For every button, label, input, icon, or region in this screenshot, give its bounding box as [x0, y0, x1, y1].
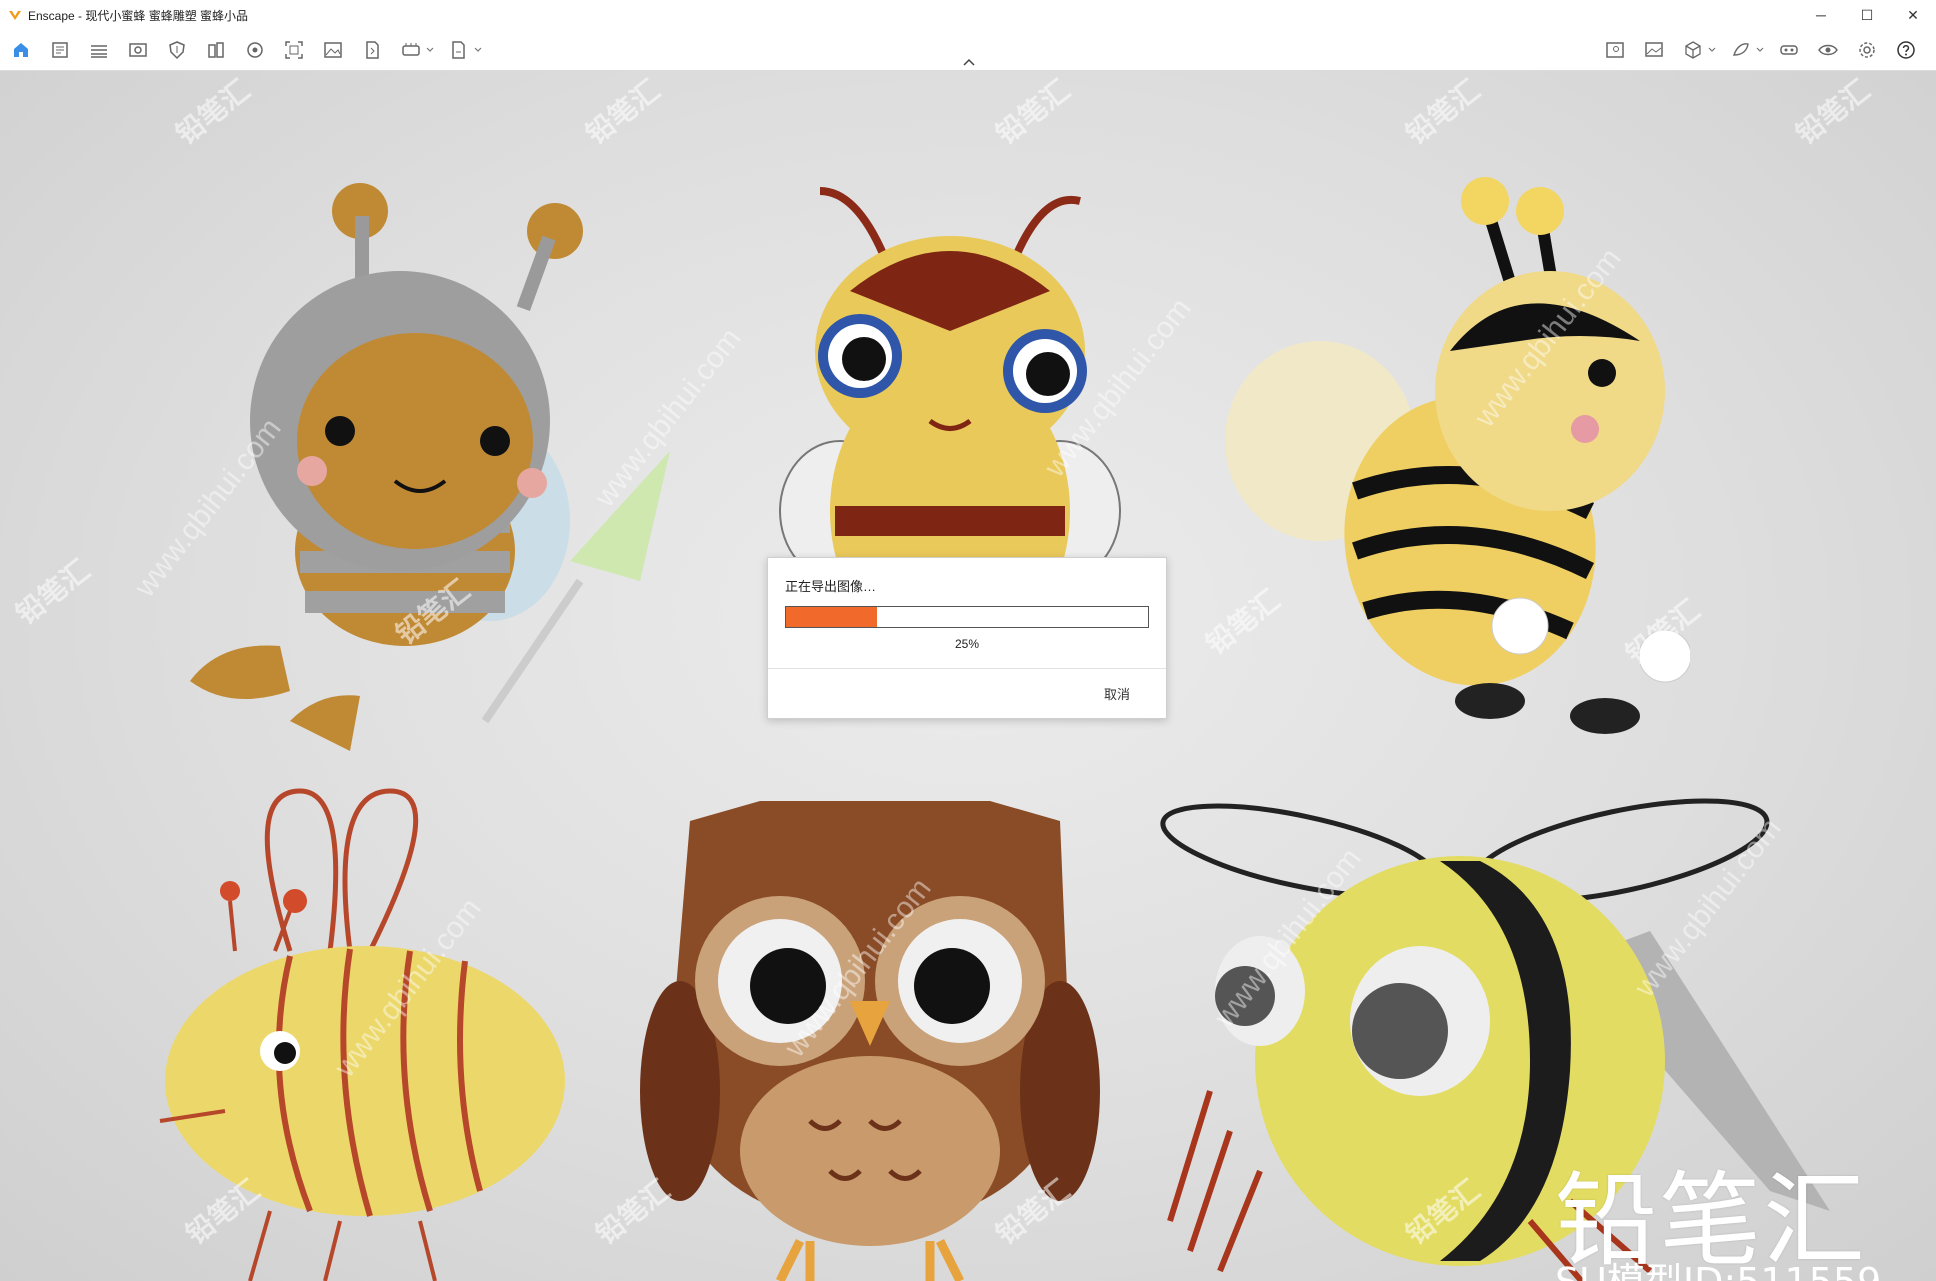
capture-icon	[285, 41, 303, 59]
watermark-tile: 铅笔汇	[10, 554, 96, 631]
minimize-button[interactable]: ─	[1798, 0, 1844, 30]
toolbar-collapse-button[interactable]	[958, 54, 980, 70]
capture-button[interactable]	[279, 36, 309, 64]
settings-button[interactable]	[1852, 36, 1882, 64]
cube-dropdown[interactable]	[1708, 36, 1718, 64]
panorama-dropdown[interactable]	[426, 36, 436, 64]
bim-list-button[interactable]	[84, 36, 114, 64]
progress-bar-fill	[786, 607, 877, 627]
eye-button[interactable]	[1813, 36, 1843, 64]
home-icon	[14, 43, 28, 57]
visual-settings-icon	[247, 42, 263, 58]
toolbar-right-group	[1600, 36, 1930, 64]
map-button[interactable]	[1600, 36, 1630, 64]
enscape-logo-icon	[9, 11, 21, 20]
tag-icon	[1733, 43, 1749, 56]
bim-list-icon	[91, 45, 107, 58]
maximize-button[interactable]: ☐	[1844, 0, 1890, 30]
chevron-down-icon	[1708, 47, 1716, 52]
progress-bar	[785, 606, 1149, 628]
flying-bee-3d	[1225, 177, 1690, 734]
gallery-button[interactable]	[1639, 36, 1669, 64]
asset-shield-button[interactable]	[162, 36, 192, 64]
building-button[interactable]	[201, 36, 231, 64]
progress-percentage: 25%	[954, 637, 980, 651]
asset-shield-icon	[169, 41, 185, 60]
window-title: Enscape - 现代小蜜蜂 蜜蜂雕塑 蜜蜂小品	[28, 8, 249, 23]
batch-dropdown[interactable]	[474, 36, 484, 64]
image-icon	[324, 42, 342, 58]
help-button[interactable]	[1891, 36, 1921, 64]
cancel-button[interactable]: 取消	[1098, 680, 1136, 707]
close-button[interactable]: ✕	[1890, 0, 1936, 30]
view-icon	[129, 43, 147, 57]
model-id-watermark: SU模型ID:511559	[1555, 1251, 1881, 1281]
help-icon	[1897, 41, 1915, 59]
batch-icon	[452, 41, 465, 59]
gallery-icon	[1645, 42, 1663, 57]
document-icon	[52, 42, 68, 58]
toolbar-left-group	[6, 36, 492, 64]
window-controls: ─ ☐ ✕	[1798, 0, 1936, 30]
eye-icon	[1818, 44, 1838, 56]
document-button[interactable]	[45, 36, 75, 64]
cube-button[interactable]	[1678, 36, 1708, 64]
chevron-down-icon	[474, 47, 482, 52]
vr-icon	[1780, 45, 1798, 55]
building-icon	[208, 42, 224, 58]
cartoon-bee-standing	[779, 187, 1121, 631]
export-icon	[366, 41, 379, 59]
batch-button[interactable]	[444, 36, 474, 64]
home-button[interactable]	[6, 36, 36, 64]
settings-gear-icon	[1859, 42, 1875, 58]
image-button[interactable]	[318, 36, 348, 64]
visual-settings-button[interactable]	[240, 36, 270, 64]
cube-icon	[1685, 41, 1701, 59]
astronaut-bee	[190, 183, 670, 751]
chevron-up-icon	[963, 58, 975, 66]
panorama-icon	[402, 43, 420, 56]
export-button[interactable]	[357, 36, 387, 64]
title-bar: Enscape - 现代小蜜蜂 蜜蜂雕塑 蜜蜂小品 ─ ☐ ✕	[0, 0, 1936, 31]
vr-button[interactable]	[1774, 36, 1804, 64]
panorama-button[interactable]	[396, 36, 426, 64]
export-progress-dialog: 正在导出图像… 25% 取消	[767, 557, 1167, 719]
map-icon	[1606, 42, 1624, 58]
dialog-message: 正在导出图像…	[785, 579, 877, 594]
view-button[interactable]	[123, 36, 153, 64]
watermark-tile: 铅笔汇	[1790, 74, 1876, 151]
tag-dropdown[interactable]	[1756, 36, 1766, 64]
tag-button[interactable]	[1726, 36, 1756, 64]
chevron-down-icon	[1756, 47, 1764, 52]
dialog-divider	[768, 668, 1166, 669]
chevron-down-icon	[426, 47, 434, 52]
